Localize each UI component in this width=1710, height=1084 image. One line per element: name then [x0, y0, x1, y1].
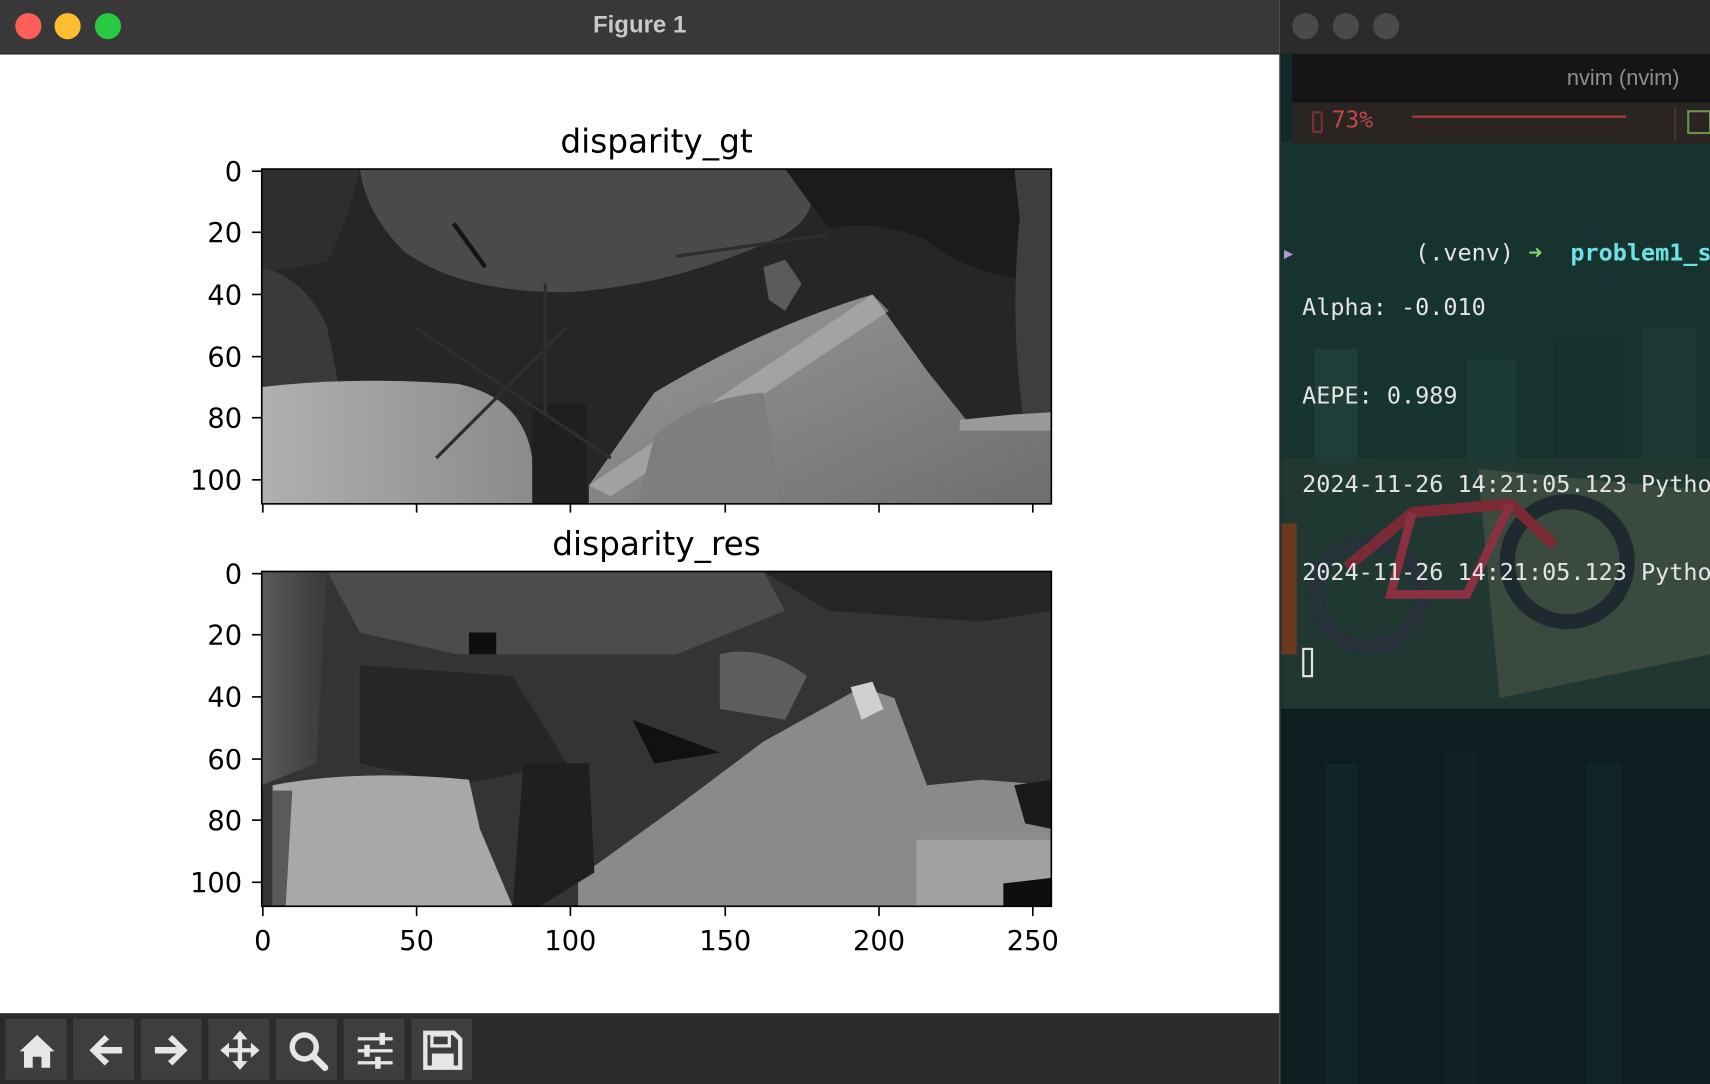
figure-canvas[interactable]: disparity_gt 0 20 40 60 80 100 disparity… [0, 54, 1280, 1014]
disparity-gt-image [261, 169, 1052, 504]
top-ytick-label: 100 [190, 466, 242, 497]
subplot-title-top: disparity_gt [560, 123, 753, 161]
xtick-label: 250 [1007, 926, 1059, 957]
top-ytick-label: 60 [207, 342, 242, 373]
pan-button[interactable] [207, 1017, 271, 1081]
tmux-status-bar: 73% [1292, 102, 1710, 144]
bottom-ytick-label: 100 [190, 868, 242, 899]
battery-percentage: 73% [1331, 106, 1373, 134]
forward-button[interactable] [139, 1017, 203, 1081]
terminal-titlebar[interactable] [1281, 0, 1710, 54]
bottom-ytick-label: 60 [207, 745, 242, 776]
prompt-directory: problem1_stereo [1570, 239, 1710, 268]
arrow-right-icon [154, 1034, 188, 1066]
top-ytick-label: 40 [207, 280, 242, 311]
subplot-title-bottom: disparity_res [552, 525, 761, 563]
terminal-tab-bar: nvim (nvim) [1292, 54, 1710, 103]
save-button[interactable] [410, 1017, 474, 1081]
configure-subplots-button[interactable] [342, 1017, 406, 1081]
navigation-toolbar [0, 1013, 1280, 1084]
bottom-ytick-label: 80 [207, 806, 242, 837]
terminal-tab-title[interactable]: nvim (nvim) [1567, 55, 1680, 103]
arrow-left-icon [89, 1034, 123, 1066]
xtick-label: 50 [399, 926, 434, 957]
terminal-maximize-button[interactable] [1373, 13, 1400, 40]
top-ytick-label: 20 [207, 218, 242, 249]
terminal-close-button[interactable] [1292, 13, 1319, 40]
cpu-icon [1687, 110, 1710, 135]
prompt-arrow-icon: ➜ [1528, 239, 1543, 268]
terminal-minimize-button[interactable] [1332, 13, 1359, 40]
battery-icon [1311, 111, 1323, 134]
window-title: Figure 1 [592, 10, 687, 39]
terminal-output[interactable]: ▸(.venv) ➜ problem1_stereo gi Alpha: -0.… [1281, 148, 1710, 733]
bottom-ytick-label: 20 [207, 621, 242, 652]
output-line: 2024-11-26 14:21:05.123 Pytho [1302, 471, 1710, 499]
top-ytick-label: 80 [207, 404, 242, 435]
prompt-line: ▸(.venv) ➜ problem1_stereo gi [1281, 203, 1710, 267]
sliders-icon [357, 1032, 393, 1069]
status-separator [1674, 106, 1677, 140]
terminal-cursor [1302, 647, 1314, 677]
top-ytick-label: 0 [225, 157, 242, 188]
figure-window: Figure 1 disparity_gt 0 20 40 60 80 100 … [0, 0, 1281, 1084]
zoom-icon [289, 1032, 329, 1071]
battery-bar [1412, 115, 1627, 129]
output-line: 2024-11-26 14:21:05.123 Pytho [1302, 559, 1710, 587]
zoom-button[interactable] [274, 1017, 339, 1081]
terminal-window[interactable]: nvim (nvim) 73% ▸ (.venv) ➜ problem1_ster… [1281, 0, 1710, 1084]
prompt-caret-icon: ▸ [1281, 239, 1296, 268]
bottom-ytick-label: 40 [207, 683, 242, 714]
xtick-label: 0 [254, 926, 271, 957]
xtick-label: 150 [699, 926, 751, 957]
cursor-line [1281, 645, 1710, 679]
disparity-res-image [261, 571, 1052, 907]
home-button[interactable] [4, 1017, 68, 1081]
prompt-venv: (.venv) [1415, 239, 1514, 268]
home-icon [19, 1034, 55, 1068]
bottom-ytick-label: 0 [225, 559, 242, 590]
xtick-label: 100 [544, 926, 596, 957]
save-icon [423, 1030, 463, 1070]
xtick-label: 200 [853, 926, 905, 957]
output-line: AEPE: 0.989 [1302, 382, 1458, 411]
back-button[interactable] [71, 1017, 136, 1081]
window-titlebar[interactable]: Figure 1 [0, 0, 1280, 55]
move-icon [220, 1030, 260, 1070]
